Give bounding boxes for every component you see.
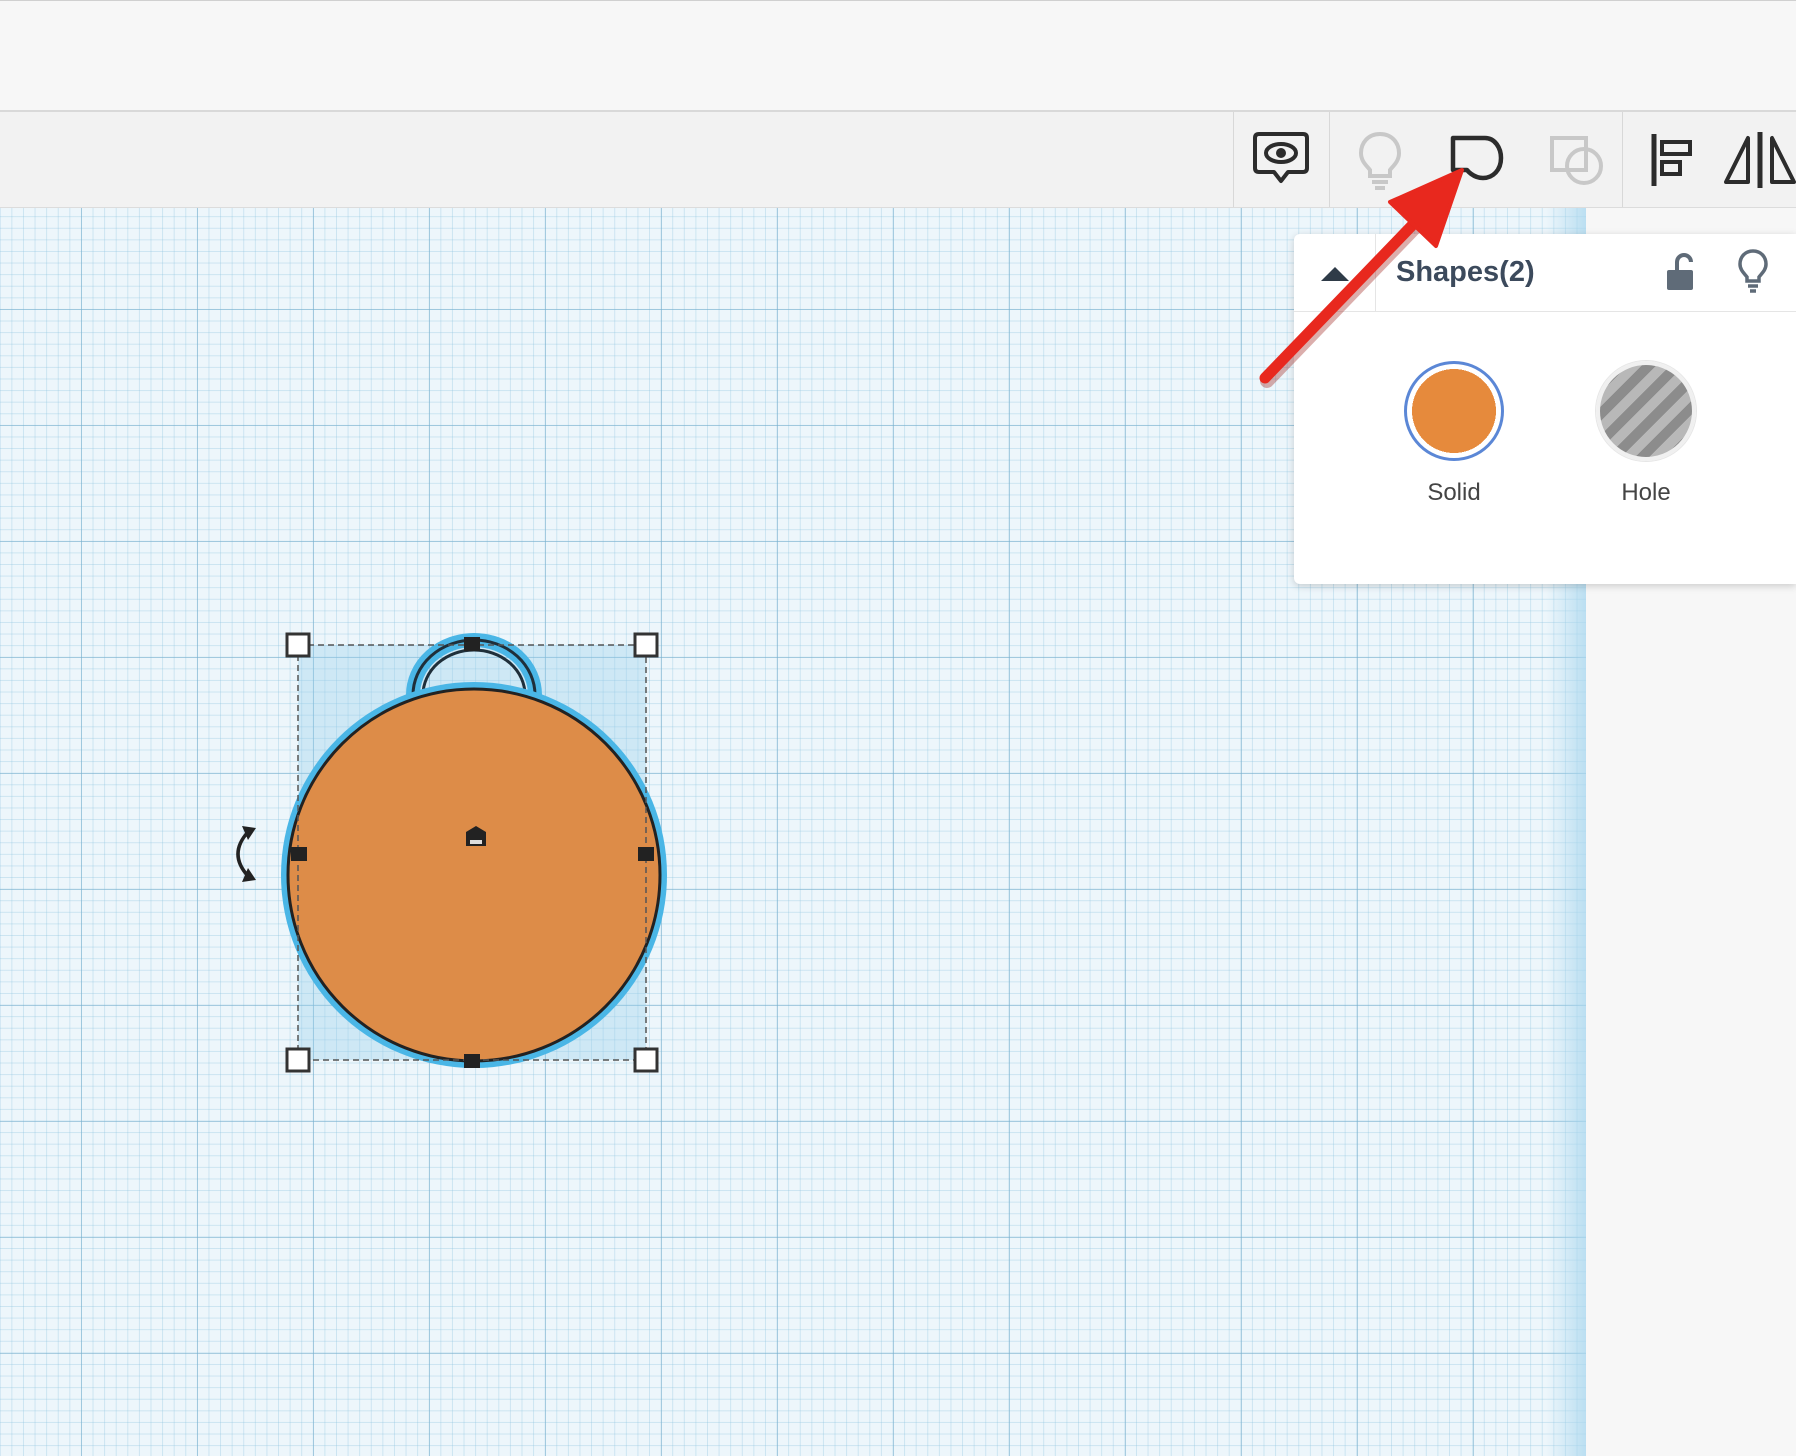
ungroup-icon <box>1550 136 1603 185</box>
unlock-icon <box>1667 253 1693 290</box>
align-button[interactable] <box>1631 122 1711 198</box>
annotation-arrow <box>1259 168 1464 388</box>
corner-handle[interactable] <box>285 1047 311 1073</box>
lock-button[interactable] <box>1664 252 1696 297</box>
side-handle[interactable] <box>464 1054 480 1068</box>
mirror-icon <box>1724 132 1796 188</box>
hole-label: Hole <box>1621 479 1671 506</box>
lightbulb-icon <box>1738 249 1768 293</box>
rotate-icon[interactable] <box>236 826 256 882</box>
selected-shape-group[interactable] <box>220 610 690 1090</box>
editor-toolbar <box>0 112 1796 208</box>
orange-disc[interactable] <box>286 687 662 1063</box>
corner-handle[interactable] <box>285 632 311 658</box>
hide-button[interactable] <box>1736 248 1770 299</box>
side-handle[interactable] <box>638 847 654 861</box>
solid-label: Solid <box>1427 479 1481 506</box>
toolbar-separator <box>1622 112 1623 207</box>
top-header-bar <box>0 0 1796 112</box>
side-handle[interactable] <box>464 637 480 651</box>
toolbar-separator <box>1233 112 1234 207</box>
corner-handle[interactable] <box>633 1047 659 1073</box>
side-handle[interactable] <box>291 847 307 861</box>
ungroup-button[interactable] <box>1536 122 1616 198</box>
corner-handle[interactable] <box>633 632 659 658</box>
hole-option[interactable]: Hole <box>1596 361 1696 511</box>
align-icon <box>1651 134 1692 186</box>
mirror-button[interactable] <box>1720 122 1796 198</box>
hole-swatch <box>1596 361 1696 461</box>
